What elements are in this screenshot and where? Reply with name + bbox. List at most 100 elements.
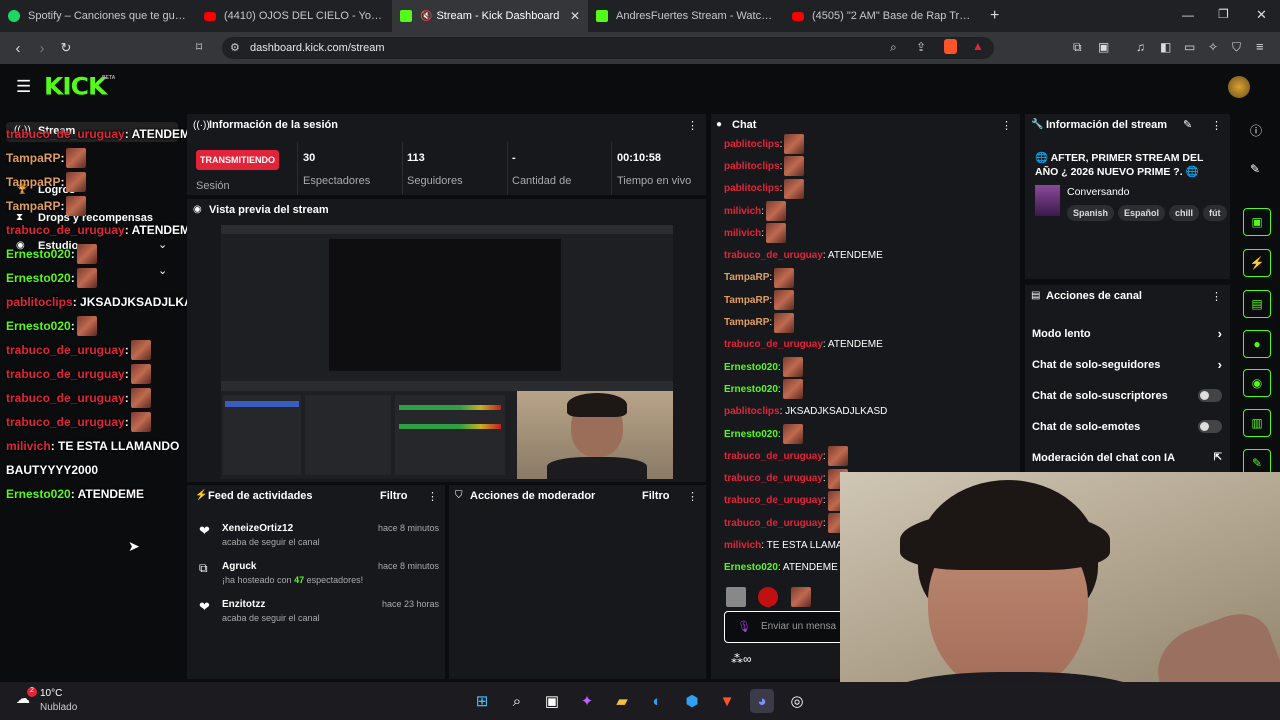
site-info-icon[interactable]: ⚙ bbox=[230, 41, 240, 54]
back-icon[interactable]: ‹ bbox=[6, 40, 30, 57]
chat-input[interactable]: 🎙 Enviar un mensa bbox=[724, 611, 854, 643]
chat-username[interactable]: trabuco_de_uruguay bbox=[6, 343, 125, 357]
store-icon[interactable]: ⬢ bbox=[680, 689, 704, 713]
chat-username[interactable]: trabuco_de_uruguay bbox=[724, 451, 823, 462]
chat-username[interactable]: pablitoclips bbox=[724, 139, 780, 150]
minimize-icon[interactable]: — bbox=[1182, 8, 1194, 22]
extensions-icon[interactable]: ⧉ bbox=[1073, 40, 1082, 55]
stream-preview-video[interactable] bbox=[221, 225, 673, 479]
wallet-icon[interactable]: ▭ bbox=[1184, 40, 1195, 54]
followers-only-row[interactable]: Chat de solo-seguidores › bbox=[1032, 349, 1222, 380]
microphone-icon[interactable]: 🎙 bbox=[737, 620, 751, 633]
category-thumbnail[interactable] bbox=[1035, 185, 1060, 216]
chevron-right-icon[interactable]: › bbox=[1218, 326, 1222, 341]
subscribers-only-toggle[interactable] bbox=[1198, 389, 1222, 402]
chat-username[interactable]: trabuco_de_uruguay bbox=[724, 250, 823, 261]
chat-username[interactable]: TampaRP bbox=[724, 272, 769, 283]
category-name[interactable]: Conversando bbox=[1067, 186, 1129, 198]
chat-username[interactable]: trabuco_de_uruguay bbox=[6, 223, 125, 237]
quick-action-chat-icon[interactable]: ● bbox=[1243, 330, 1271, 358]
slow-mode-row[interactable]: Modo lento › bbox=[1032, 318, 1222, 349]
more-icon[interactable]: ⋮ bbox=[687, 119, 698, 132]
edit-icon[interactable]: ✎ bbox=[1250, 162, 1260, 176]
tab-youtube-2[interactable]: (4505) "2 AM" Base de Rap Triste | Sa bbox=[784, 0, 980, 32]
feed-user[interactable]: Agruck bbox=[222, 561, 378, 572]
discord-icon[interactable]: ◕ bbox=[750, 689, 774, 713]
menu-icon[interactable]: ≡ bbox=[1256, 39, 1264, 54]
edge-icon[interactable]: ◐ bbox=[645, 689, 669, 713]
quick-action-broadcast-icon[interactable]: ◉ bbox=[1243, 369, 1271, 397]
tag[interactable]: chill bbox=[1169, 205, 1200, 221]
reader-icon[interactable]: ▣ bbox=[1098, 40, 1109, 54]
search-icon[interactable]: ⌕ bbox=[505, 689, 529, 713]
tag[interactable]: Español bbox=[1118, 205, 1166, 221]
chat-username[interactable]: pablitoclips bbox=[6, 295, 73, 309]
share-icon[interactable]: ⇪ bbox=[916, 40, 926, 54]
chat-username[interactable]: milivich bbox=[724, 540, 761, 551]
forward-icon[interactable]: › bbox=[30, 40, 54, 57]
more-icon[interactable]: ⋮ bbox=[1211, 119, 1222, 132]
quick-action-list-icon[interactable]: ▤ bbox=[1243, 290, 1271, 318]
brave-shields-icon[interactable] bbox=[944, 39, 957, 54]
more-icon[interactable]: ⋮ bbox=[1001, 119, 1012, 132]
task-view-icon[interactable]: ▣ bbox=[540, 689, 564, 713]
emote-icon[interactable] bbox=[790, 587, 811, 607]
quick-action-camera-icon[interactable]: ▣ bbox=[1243, 208, 1271, 236]
chat-username[interactable]: pablitoclips bbox=[724, 183, 780, 194]
chat-username[interactable]: trabuco_de_uruguay bbox=[724, 495, 823, 506]
chat-username[interactable]: trabuco_de_uruguay bbox=[6, 391, 125, 405]
chevron-right-icon[interactable]: › bbox=[1218, 357, 1222, 372]
avatar[interactable] bbox=[1228, 76, 1250, 98]
chat-username[interactable]: trabuco_de_uruguay bbox=[724, 518, 823, 529]
edit-icon[interactable]: ✎ bbox=[1183, 118, 1192, 131]
chat-username[interactable]: milivich bbox=[724, 228, 761, 239]
file-explorer-icon[interactable]: ▰ bbox=[610, 689, 634, 713]
quick-action-bolt-icon[interactable]: ⚡ bbox=[1243, 249, 1271, 277]
hamburger-icon[interactable]: ☰ bbox=[16, 77, 31, 97]
chat-username[interactable]: trabuco_de_uruguay bbox=[6, 415, 125, 429]
tab-andresfuertes[interactable]: AndresFuertes Stream - Watch Live o bbox=[588, 0, 784, 32]
chat-username[interactable]: TampaRP bbox=[724, 317, 769, 328]
close-tab-icon[interactable]: ✕ bbox=[570, 9, 580, 23]
window-close-icon[interactable]: ✕ bbox=[1256, 7, 1267, 23]
ai-moderation-row[interactable]: Moderación del chat con IA ⇱ bbox=[1032, 442, 1222, 473]
chat-username[interactable]: milivich bbox=[724, 206, 761, 217]
info-icon[interactable]: ⓘ bbox=[1250, 122, 1262, 139]
filter-button[interactable]: Filtro bbox=[642, 490, 670, 502]
zoom-icon[interactable]: ⌕ bbox=[890, 40, 897, 55]
obs-icon[interactable]: ◎ bbox=[785, 689, 809, 713]
chat-username[interactable]: TampaRP bbox=[724, 295, 769, 306]
chat-username[interactable]: pablitoclips bbox=[724, 161, 780, 172]
external-link-icon[interactable]: ⇱ bbox=[1214, 452, 1222, 463]
chat-username[interactable]: TampaRP bbox=[6, 199, 60, 213]
kick-logo[interactable]: KICK bbox=[44, 73, 107, 101]
quick-action-panel-icon[interactable]: ▥ bbox=[1243, 409, 1271, 437]
chat-username[interactable]: trabuco_de_uruguay bbox=[724, 473, 823, 484]
chat-username[interactable]: trabuco_de_uruguay bbox=[6, 127, 125, 141]
feed-user[interactable]: XeneizeOrtiz12 bbox=[222, 523, 378, 534]
chat-username[interactable]: Ernesto020 bbox=[6, 487, 71, 501]
tab-kick-dashboard[interactable]: 🔇 Stream - Kick Dashboard ✕ bbox=[392, 0, 588, 32]
chat-username[interactable]: Ernesto020 bbox=[6, 247, 71, 261]
chat-username[interactable]: Ernesto020 bbox=[724, 562, 778, 573]
more-icon[interactable]: ⋮ bbox=[1211, 290, 1222, 303]
more-icon[interactable]: ⋮ bbox=[687, 490, 698, 503]
emote-icon[interactable] bbox=[758, 587, 779, 607]
copilot-icon[interactable]: ✦ bbox=[575, 689, 599, 713]
chat-username[interactable]: pablitoclips bbox=[724, 406, 780, 417]
chat-username[interactable]: TampaRP bbox=[6, 175, 60, 189]
brave-rewards-icon[interactable]: ▲ bbox=[972, 39, 984, 53]
sidebar-toggle-icon[interactable]: ◧ bbox=[1160, 40, 1171, 54]
vpn-icon[interactable]: ⛉ bbox=[1232, 40, 1241, 55]
feed-user[interactable]: Enzitotzz bbox=[222, 599, 382, 610]
muted-icon[interactable]: 🔇 bbox=[420, 11, 432, 22]
more-icon[interactable]: ⋮ bbox=[427, 490, 438, 503]
media-icon[interactable]: ♫ bbox=[1136, 40, 1145, 54]
filter-button[interactable]: Filtro bbox=[380, 490, 408, 502]
tag[interactable]: Spanish bbox=[1067, 205, 1115, 221]
chat-username[interactable]: TampaRP bbox=[6, 151, 60, 165]
brave-icon[interactable]: ▼ bbox=[715, 689, 739, 713]
tab-spotify[interactable]: Spotify – Canciones que te gustan bbox=[0, 0, 196, 32]
chat-username[interactable]: Ernesto020 bbox=[724, 429, 778, 440]
windows-start-icon[interactable]: ⊞ bbox=[470, 689, 494, 713]
